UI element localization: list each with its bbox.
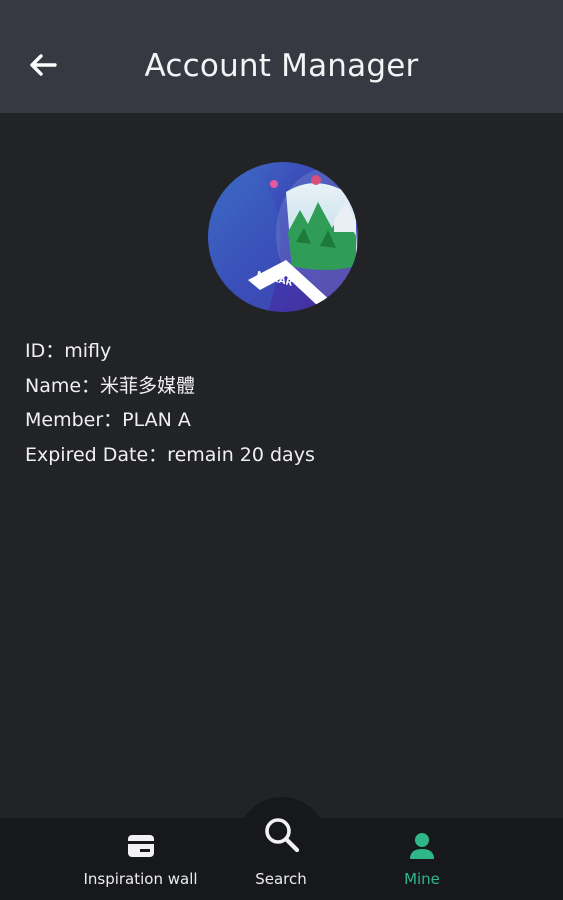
member-text: Member：PLAN A (25, 409, 191, 431)
member-row: Member：PLAN A (25, 403, 315, 438)
nav-label-mine: Mine (404, 870, 440, 888)
person-icon (410, 833, 434, 859)
name-text: Name：米菲多媒體 (25, 374, 196, 397)
nav-item-inspiration-wall[interactable]: Inspiration wall (80, 818, 201, 900)
account-info: ID：mifly Name：米菲多媒體 Member：PLAN A Expire… (25, 334, 315, 472)
card-icon (128, 835, 154, 857)
id-row: ID：mifly (25, 334, 315, 369)
nav-item-search[interactable]: Search (236, 818, 326, 900)
app-bar: Account Manager (0, 0, 563, 113)
id-text: ID：mifly (25, 340, 112, 362)
expired-text: Expired Date：remain 20 days (25, 443, 315, 466)
avatar: MAKAR (208, 162, 358, 312)
search-icon (265, 818, 300, 853)
expired-row: Expired Date：remain 20 days (25, 438, 315, 473)
name-row: Name：米菲多媒體 (25, 369, 315, 404)
nav-label-search: Search (255, 870, 307, 888)
page-title: Account Manager (144, 48, 419, 84)
nav-item-mine[interactable]: Mine (392, 818, 452, 900)
nav-label-inspiration-wall: Inspiration wall (83, 870, 198, 888)
